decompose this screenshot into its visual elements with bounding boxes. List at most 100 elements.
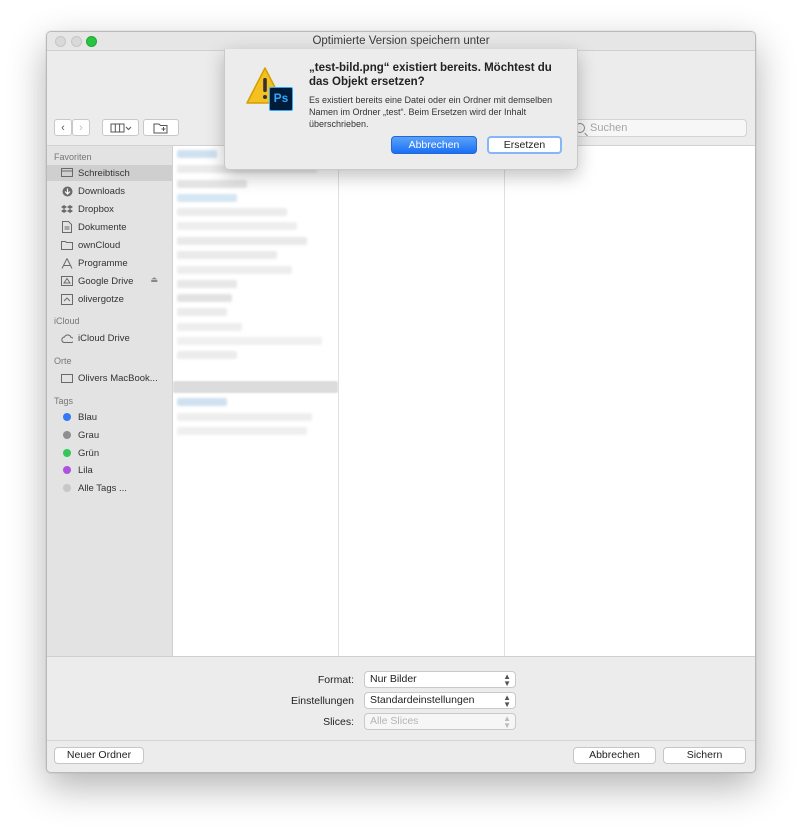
slices-select[interactable]: Alle Slices ▲ ▼	[364, 713, 516, 730]
file-column-1[interactable]	[173, 146, 339, 656]
format-select-value: Nur Bilder	[370, 673, 417, 685]
folder-icon	[61, 240, 73, 251]
alert-cancel-button[interactable]: Abbrechen	[391, 136, 477, 154]
file-row[interactable]	[177, 180, 247, 188]
sidebar-item-icloud-drive[interactable]: iCloud Drive	[47, 330, 172, 346]
file-row[interactable]	[177, 413, 312, 421]
desktop-icon	[61, 168, 73, 179]
view-mode-button[interactable]	[102, 119, 139, 136]
file-row[interactable]	[177, 351, 237, 359]
sidebar-item-label: Grün	[78, 447, 100, 459]
sidebar-tag-blau[interactable]: Blau	[47, 409, 172, 425]
format-label: Format:	[317, 674, 354, 686]
forward-button[interactable]: ›	[72, 119, 90, 136]
slices-select-value: Alle Slices	[370, 715, 419, 727]
sidebar-item-label: Google Drive	[78, 275, 134, 287]
sidebar-item-label: Grau	[78, 429, 100, 441]
sidebar-tag-all[interactable]: Alle Tags ...	[47, 480, 172, 496]
file-row[interactable]	[177, 337, 322, 345]
file-row[interactable]	[177, 280, 237, 288]
file-row[interactable]	[177, 427, 307, 435]
file-column-2[interactable]	[339, 146, 505, 656]
file-row[interactable]	[177, 194, 237, 202]
sidebar-section-icloud: iCloud	[54, 316, 80, 326]
applications-icon	[61, 257, 73, 269]
laptop-icon	[61, 373, 73, 384]
sidebar-item-google-drive[interactable]: Google Drive ⏏	[47, 273, 172, 289]
sidebar-item-label: Programme	[78, 257, 128, 269]
search-field[interactable]: Suchen	[568, 119, 747, 137]
tag-dot-icon	[61, 465, 73, 476]
sidebar-item-label: Schreibtisch	[78, 167, 130, 179]
updown-chevron-icon: ▲ ▼	[503, 672, 511, 688]
drive-icon	[61, 276, 73, 287]
updown-chevron-icon: ▲ ▼	[503, 714, 511, 730]
file-row[interactable]	[177, 398, 227, 406]
all-tags-icon	[61, 483, 73, 494]
tag-dot-icon	[61, 448, 73, 459]
back-button[interactable]: ‹	[54, 119, 72, 136]
chevron-right-icon: ›	[79, 121, 83, 134]
sidebar-item-label: Blau	[78, 411, 98, 423]
sidebar-item-programme[interactable]: Programme	[47, 255, 172, 271]
file-row[interactable]	[177, 294, 232, 302]
new-folder-toolbar-button[interactable]	[143, 119, 179, 136]
cancel-button[interactable]: Abbrechen	[573, 747, 656, 764]
file-row[interactable]	[177, 251, 277, 259]
settings-label: Einstellungen	[290, 695, 354, 707]
sidebar-item-label: Lila	[78, 464, 93, 476]
sidebar-item-label: olivergotze	[78, 293, 124, 305]
sidebar-item-dokumente[interactable]: Dokumente	[47, 219, 172, 235]
format-select[interactable]: Nur Bilder ▲ ▼	[364, 671, 516, 688]
folder-add-icon	[153, 123, 168, 133]
tag-dot-icon	[61, 430, 73, 441]
columns-view-icon	[110, 123, 131, 132]
file-row[interactable]	[177, 150, 217, 158]
separator	[47, 740, 755, 741]
app-badge-label: Ps	[273, 91, 289, 105]
sidebar-item-schreibtisch[interactable]: Schreibtisch	[47, 165, 172, 181]
sidebar-item-label: Downloads	[78, 185, 125, 197]
tag-dot-icon	[61, 412, 73, 423]
sidebar-section-orte: Orte	[54, 356, 72, 366]
settings-select-value: Standardeinstellungen	[370, 694, 475, 706]
sidebar-item-label: Alle Tags ...	[78, 482, 127, 494]
save-button[interactable]: Sichern	[663, 747, 746, 764]
file-row[interactable]	[177, 208, 287, 216]
alert-replace-button[interactable]: Ersetzen	[487, 136, 562, 154]
sidebar-item-downloads[interactable]: Downloads	[47, 183, 172, 199]
cloud-icon	[61, 333, 73, 344]
sidebar-tag-gruen[interactable]: Grün	[47, 445, 172, 461]
settings-select[interactable]: Standardeinstellungen ▲ ▼	[364, 692, 516, 709]
slices-label: Slices:	[323, 716, 354, 728]
sidebar-item-label: Dokumente	[78, 221, 127, 233]
download-icon	[61, 186, 73, 197]
sidebar-item-label: ownCloud	[78, 239, 121, 251]
sidebar-item-olivergotze[interactable]: olivergotze	[47, 291, 172, 307]
save-options-panel: Format: Nur Bilder ▲ ▼ Einstellungen Stan…	[47, 656, 755, 772]
updown-chevron-icon: ▲ ▼	[503, 693, 511, 709]
file-row[interactable]	[177, 323, 242, 331]
photoshop-app-icon: Ps	[269, 87, 293, 111]
sidebar-item-label: Olivers MacBook...	[78, 372, 158, 384]
sidebar-item-dropbox[interactable]: Dropbox	[47, 201, 172, 217]
sidebar-item-macbook[interactable]: Olivers MacBook...	[47, 370, 172, 386]
sidebar-tag-lila[interactable]: Lila	[47, 462, 172, 478]
replace-alert-sheet: Ps „test-bild.png“ existiert bereits. Mö…	[224, 49, 578, 170]
new-folder-button[interactable]: Neuer Ordner	[54, 747, 144, 764]
eject-icon[interactable]: ⏏	[150, 275, 158, 284]
alert-title: „test-bild.png“ existiert bereits. Möcht…	[309, 62, 552, 88]
sidebar-item-owncloud[interactable]: ownCloud	[47, 237, 172, 253]
sidebar-item-label: Dropbox	[78, 203, 114, 215]
chevron-left-icon: ‹	[61, 121, 65, 134]
file-row-selected[interactable]	[173, 381, 338, 393]
sidebar-tag-grau[interactable]: Grau	[47, 427, 172, 443]
sidebar: Favoriten Schreibtisch Downloads Dropbox…	[47, 146, 173, 656]
search-placeholder: Suchen	[590, 122, 628, 134]
sidebar-item-label: iCloud Drive	[78, 332, 130, 344]
file-row[interactable]	[177, 222, 297, 230]
file-row[interactable]	[177, 308, 227, 316]
file-column-3[interactable]	[505, 146, 755, 656]
file-row[interactable]	[177, 266, 292, 274]
file-row[interactable]	[177, 237, 307, 245]
